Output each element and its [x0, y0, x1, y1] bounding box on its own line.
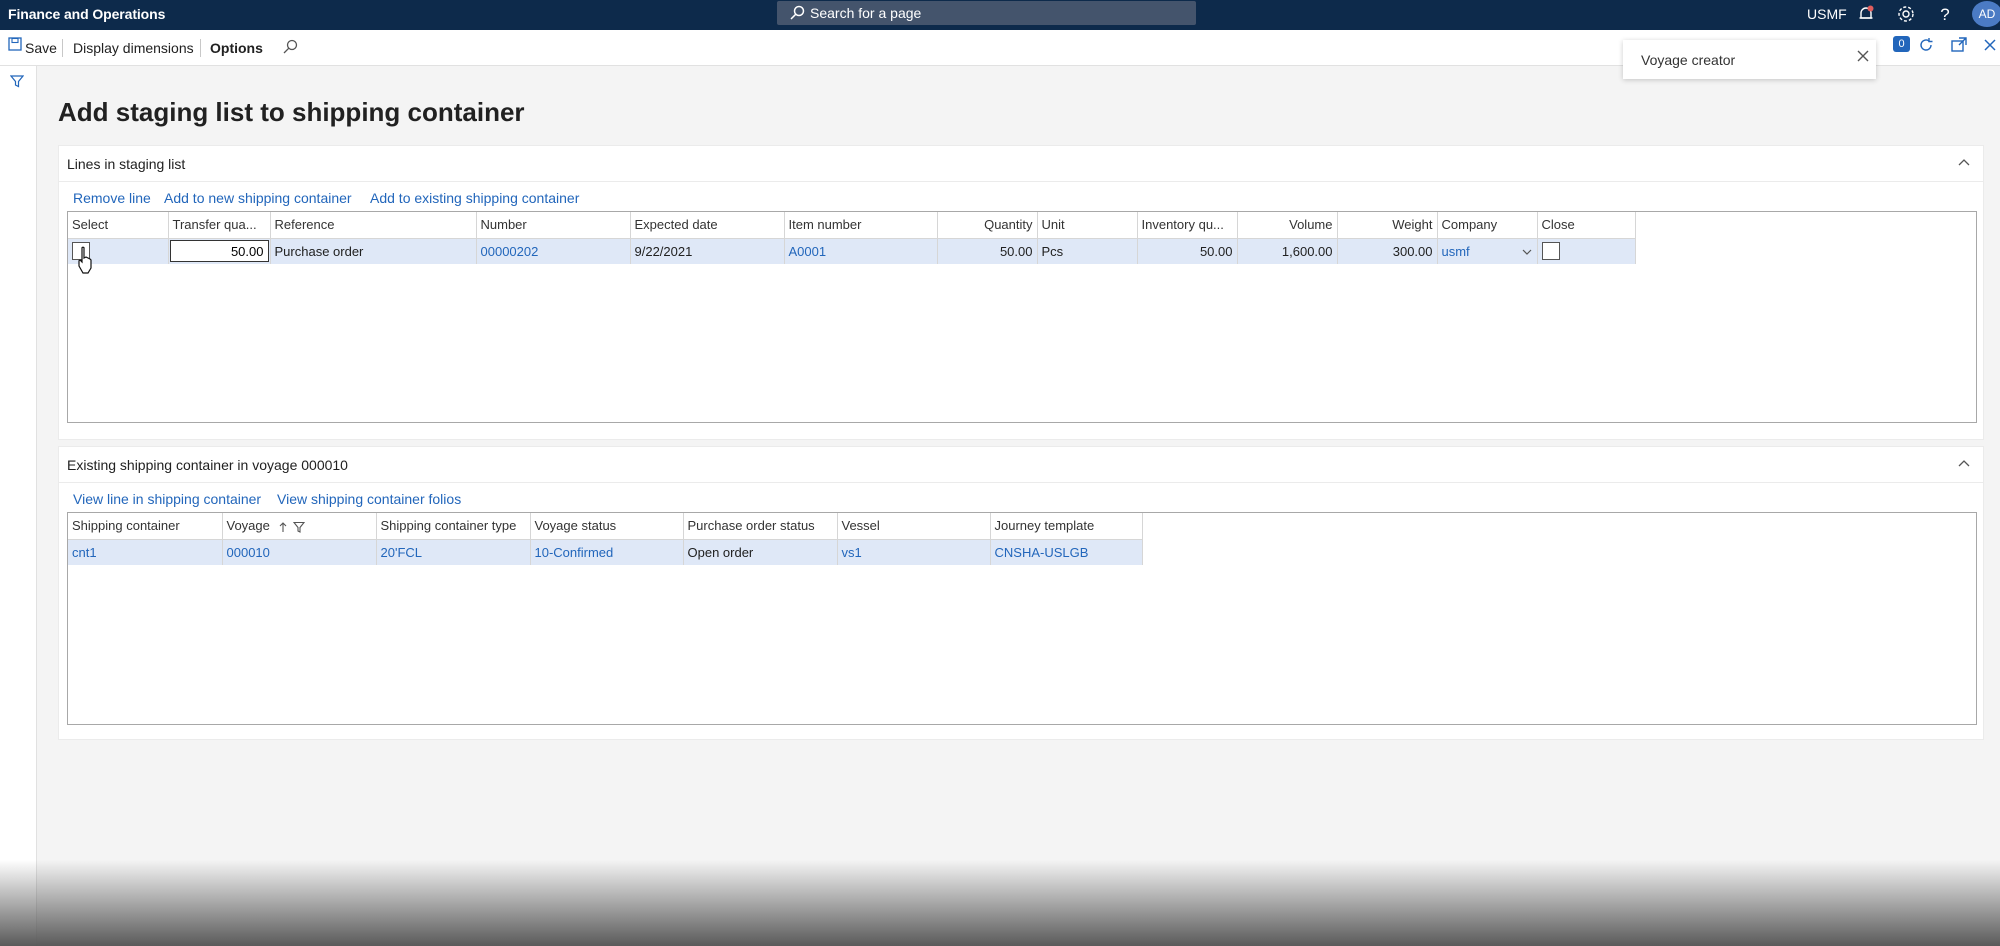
- divider: [200, 39, 201, 57]
- bell-icon[interactable]: [1856, 4, 1876, 24]
- weight-cell: 300.00: [1337, 238, 1438, 264]
- staging-lines-grid: Select Transfer qua... Reference Number …: [67, 211, 1977, 423]
- left-rail: [0, 66, 37, 946]
- save-icon[interactable]: [8, 37, 22, 51]
- reference-cell: Purchase order: [270, 238, 477, 264]
- notification-toast: Voyage creator: [1623, 40, 1876, 79]
- column-header-unit[interactable]: Unit: [1037, 212, 1138, 239]
- filter-icon[interactable]: [10, 74, 24, 88]
- existing-container-table: Shipping container Voyage Shipping conta…: [68, 513, 1143, 565]
- chevron-up-icon[interactable]: [1957, 457, 1971, 471]
- vessel-link[interactable]: vs1: [837, 539, 991, 565]
- search-placeholder: Search for a page: [810, 5, 922, 21]
- add-to-existing-container-button[interactable]: Add to existing shipping container: [370, 190, 579, 206]
- close-checkbox[interactable]: [1541, 242, 1560, 261]
- column-header-close[interactable]: Close: [1537, 212, 1636, 239]
- divider: [59, 181, 1983, 182]
- column-header-company[interactable]: Company: [1437, 212, 1538, 239]
- column-header-volume[interactable]: Volume: [1237, 212, 1338, 239]
- column-header-transfer-quantity[interactable]: Transfer qua...: [168, 212, 271, 239]
- table-header-row: Shipping container Voyage Shipping conta…: [68, 513, 1143, 540]
- notification-count-badge[interactable]: 0: [1893, 36, 1910, 52]
- table-row[interactable]: cnt1 000010 20'FCL 10-Confirmed Open ord…: [68, 539, 1143, 565]
- divider: [59, 482, 1983, 483]
- column-header-quantity[interactable]: Quantity: [937, 212, 1038, 239]
- column-header-select[interactable]: Select: [68, 212, 169, 239]
- remove-line-button[interactable]: Remove line: [73, 190, 151, 206]
- shipping-container-link[interactable]: cnt1: [68, 539, 223, 565]
- app-title[interactable]: Finance and Operations: [8, 6, 165, 22]
- voyage-link[interactable]: 000010: [222, 539, 377, 565]
- open-new-window-icon[interactable]: [1950, 36, 1968, 54]
- refresh-icon[interactable]: [1917, 36, 1935, 54]
- container-type-link[interactable]: 20'FCL: [376, 539, 531, 565]
- column-header-vessel[interactable]: Vessel: [837, 513, 991, 540]
- company-picker[interactable]: USMF: [1807, 6, 1847, 22]
- close-toast-icon[interactable]: [1855, 48, 1871, 64]
- column-header-po-status[interactable]: Purchase order status: [683, 513, 838, 540]
- view-folios-button[interactable]: View shipping container folios: [277, 491, 461, 507]
- company-cell[interactable]: usmf: [1437, 238, 1538, 264]
- gear-icon[interactable]: [1896, 4, 1916, 24]
- existing-container-header[interactable]: Existing shipping container in voyage 00…: [67, 457, 348, 473]
- options-tab[interactable]: Options: [210, 40, 263, 56]
- top-nav-bar: Finance and Operations Search for a page…: [0, 0, 2000, 30]
- close-cell: [1537, 238, 1636, 264]
- po-status-cell: Open order: [683, 539, 838, 565]
- transfer-quantity-input[interactable]: [169, 240, 269, 263]
- existing-container-grid: Shipping container Voyage Shipping conta…: [67, 512, 1977, 725]
- column-header-voyage[interactable]: Voyage: [222, 513, 377, 540]
- close-icon[interactable]: [1981, 36, 1999, 54]
- chevron-down-icon[interactable]: [1521, 246, 1533, 258]
- column-header-voyage-status[interactable]: Voyage status: [530, 513, 684, 540]
- search-icon: [790, 5, 805, 20]
- column-header-expected-date[interactable]: Expected date: [630, 212, 785, 239]
- save-button[interactable]: Save: [25, 40, 57, 56]
- display-dimensions-button[interactable]: Display dimensions: [73, 40, 194, 56]
- company-value: usmf: [1441, 243, 1470, 259]
- quantity-cell: 50.00: [937, 238, 1038, 264]
- column-header-container-type[interactable]: Shipping container type: [376, 513, 531, 540]
- search-icon[interactable]: [282, 39, 298, 55]
- column-header-item-number[interactable]: Item number: [784, 212, 938, 239]
- voyage-status-link[interactable]: 10-Confirmed: [530, 539, 684, 565]
- column-header-shipping-container[interactable]: Shipping container: [68, 513, 223, 540]
- staging-lines-fasttab: Lines in staging list Remove line Add to…: [58, 145, 1984, 440]
- page-title: Add staging list to shipping container: [58, 97, 525, 127]
- staging-lines-table: Select Transfer qua... Reference Number …: [68, 212, 1636, 264]
- number-link[interactable]: 00000202: [476, 238, 631, 264]
- unit-cell: Pcs: [1037, 238, 1138, 264]
- staging-lines-header[interactable]: Lines in staging list: [67, 156, 185, 172]
- journey-template-link[interactable]: CNSHA-USLGB: [990, 539, 1143, 565]
- inventory-quantity-cell: 50.00: [1137, 238, 1238, 264]
- column-header-reference[interactable]: Reference: [270, 212, 477, 239]
- existing-container-fasttab: Existing shipping container in voyage 00…: [58, 446, 1984, 740]
- sort-ascending-icon: [279, 522, 286, 532]
- column-header-journey-template[interactable]: Journey template: [990, 513, 1143, 540]
- view-line-button[interactable]: View line in shipping container: [73, 491, 261, 507]
- table-row[interactable]: Purchase order 00000202 9/22/2021 A0001 …: [68, 238, 1636, 264]
- chevron-up-icon[interactable]: [1957, 156, 1971, 170]
- toast-text: Voyage creator: [1641, 52, 1736, 68]
- column-header-number[interactable]: Number: [476, 212, 631, 239]
- filter-icon[interactable]: [292, 521, 306, 533]
- help-icon[interactable]: ?: [1935, 4, 1955, 24]
- column-header-weight[interactable]: Weight: [1337, 212, 1438, 239]
- item-number-link[interactable]: A0001: [784, 238, 938, 264]
- voyage-header-label: Voyage: [226, 518, 270, 534]
- column-header-inventory-quantity[interactable]: Inventory qu...: [1137, 212, 1238, 239]
- table-header-row: Select Transfer qua... Reference Number …: [68, 212, 1636, 239]
- divider: [62, 39, 63, 57]
- mouse-pointer-icon: [78, 246, 92, 274]
- search-box[interactable]: Search for a page: [777, 1, 1196, 25]
- volume-cell: 1,600.00: [1237, 238, 1338, 264]
- expected-date-cell: 9/22/2021: [630, 238, 785, 264]
- add-to-new-container-button[interactable]: Add to new shipping container: [164, 190, 352, 206]
- avatar[interactable]: AD: [1972, 1, 2000, 27]
- svg-text:?: ?: [1940, 5, 1949, 24]
- transfer-quantity-cell: [168, 238, 271, 264]
- bottom-shadow: [0, 860, 2000, 946]
